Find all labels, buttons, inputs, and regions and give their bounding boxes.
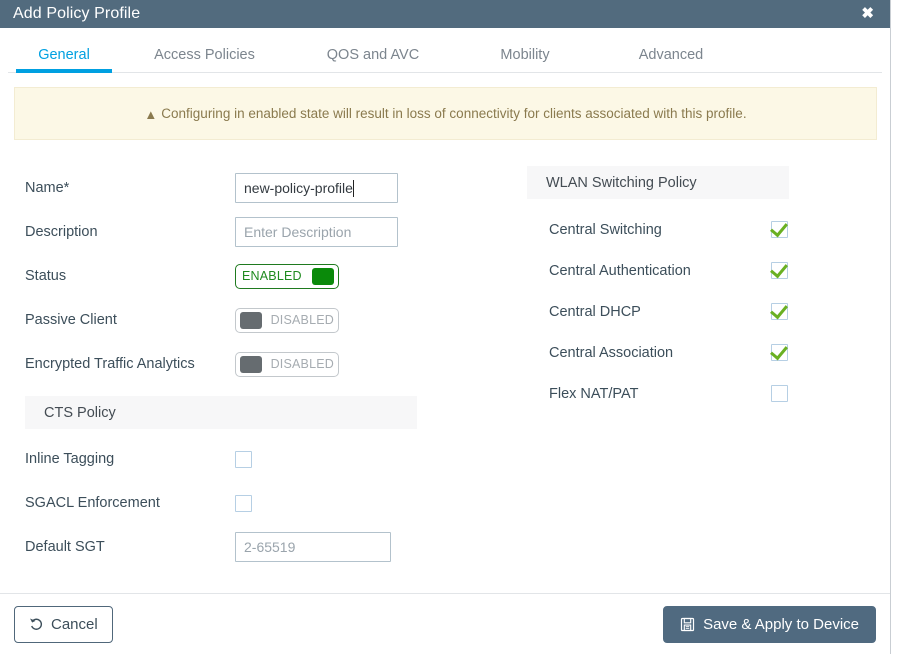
field-row-flex-nat-pat: Flex NAT/PAT bbox=[527, 373, 880, 414]
name-input[interactable]: new-policy-profile bbox=[235, 173, 398, 203]
description-label: Description bbox=[25, 224, 98, 240]
tab-mobility[interactable]: Mobility bbox=[449, 47, 601, 72]
central-dhcp-checkbox[interactable] bbox=[771, 303, 788, 320]
central-dhcp-label: Central DHCP bbox=[549, 303, 641, 320]
passive-client-toggle-label: DISABLED bbox=[270, 313, 334, 327]
central-switching-checkbox[interactable] bbox=[771, 221, 788, 238]
tab-advanced[interactable]: Advanced bbox=[601, 47, 741, 72]
field-row-encrypted-traffic-analytics: Encrypted Traffic Analytics DISABLED bbox=[25, 342, 460, 386]
field-row-central-dhcp: Central DHCP bbox=[527, 291, 880, 332]
warning-triangle-icon: ▲ bbox=[144, 106, 158, 122]
flex-nat-pat-label: Flex NAT/PAT bbox=[549, 385, 639, 402]
save-and-apply-button[interactable]: Save & Apply to Device bbox=[663, 605, 876, 643]
passive-client-toggle-knob bbox=[240, 311, 262, 329]
default-sgt-label: Default SGT bbox=[25, 539, 105, 555]
encrypted-traffic-analytics-toggle[interactable]: DISABLED bbox=[235, 351, 339, 377]
tab-access-policies[interactable]: Access Policies bbox=[112, 47, 297, 72]
inline-tagging-label: Inline Tagging bbox=[25, 451, 115, 467]
dialog-titlebar: Add Policy Profile ✖ bbox=[0, 0, 890, 28]
field-row-name: Name* new-policy-profile bbox=[25, 166, 460, 210]
cancel-button[interactable]: Cancel bbox=[14, 605, 113, 643]
field-row-passive-client: Passive Client DISABLED bbox=[25, 298, 460, 342]
default-sgt-input[interactable] bbox=[235, 532, 391, 562]
central-association-checkbox[interactable] bbox=[771, 344, 788, 361]
wlan-switching-policy-section-header: WLAN Switching Policy bbox=[527, 166, 789, 199]
encrypted-traffic-analytics-toggle-label: DISABLED bbox=[270, 357, 334, 371]
name-label: Name* bbox=[25, 180, 70, 196]
status-toggle[interactable]: ENABLED bbox=[235, 263, 339, 289]
encrypted-traffic-analytics-toggle-knob bbox=[240, 355, 262, 373]
field-row-sgacl-enforcement: SGACL Enforcement bbox=[25, 481, 460, 525]
description-input[interactable] bbox=[235, 217, 398, 247]
cts-policy-section-header: CTS Policy bbox=[25, 396, 417, 429]
central-authentication-checkbox[interactable] bbox=[771, 262, 788, 279]
left-column: Name* new-policy-profile Description Sta… bbox=[0, 166, 460, 593]
passive-client-toggle[interactable]: DISABLED bbox=[235, 307, 339, 333]
tab-general[interactable]: General bbox=[16, 47, 112, 73]
warning-banner-wrapper: ▲ Configuring in enabled state will resul… bbox=[0, 73, 890, 140]
dialog-body: Name* new-policy-profile Description Sta… bbox=[0, 140, 890, 593]
central-switching-label: Central Switching bbox=[549, 221, 662, 238]
warning-banner-text: Configuring in enabled state will result… bbox=[161, 105, 747, 121]
status-toggle-label: ENABLED bbox=[242, 269, 302, 283]
field-row-default-sgt: Default SGT bbox=[25, 525, 460, 569]
status-label: Status bbox=[25, 268, 67, 284]
save-disk-icon bbox=[680, 617, 695, 631]
encrypted-traffic-analytics-label: Encrypted Traffic Analytics bbox=[25, 356, 195, 372]
warning-banner-text-row: ▲ Configuring in enabled state will resul… bbox=[144, 106, 746, 122]
undo-arrow-icon bbox=[30, 618, 43, 630]
field-row-central-authentication: Central Authentication bbox=[527, 250, 880, 291]
dialog-title: Add Policy Profile bbox=[13, 5, 141, 22]
cancel-button-label: Cancel bbox=[51, 615, 98, 633]
central-association-label: Central Association bbox=[549, 344, 674, 361]
dialog-footer: Cancel Save & Apply to Device bbox=[0, 593, 890, 654]
status-toggle-knob bbox=[312, 267, 334, 285]
field-row-description: Description bbox=[25, 210, 460, 254]
field-row-inline-tagging: Inline Tagging bbox=[25, 437, 460, 481]
field-row-central-association: Central Association bbox=[527, 332, 880, 373]
save-and-apply-button-label: Save & Apply to Device bbox=[703, 615, 859, 633]
tab-qos-and-avc[interactable]: QOS and AVC bbox=[297, 47, 449, 72]
add-policy-profile-dialog: Add Policy Profile ✖ General Access Poli… bbox=[0, 0, 891, 654]
passive-client-label: Passive Client bbox=[25, 312, 117, 328]
sgacl-enforcement-label: SGACL Enforcement bbox=[25, 495, 160, 511]
field-row-status: Status ENABLED bbox=[25, 254, 460, 298]
text-caret bbox=[352, 179, 354, 197]
warning-banner: ▲ Configuring in enabled state will resul… bbox=[14, 87, 877, 140]
central-authentication-label: Central Authentication bbox=[549, 262, 691, 279]
right-column: WLAN Switching Policy Central Switching … bbox=[460, 166, 880, 593]
close-icon[interactable]: ✖ bbox=[859, 4, 876, 25]
field-row-central-switching: Central Switching bbox=[527, 209, 880, 250]
tab-bar: General Access Policies QOS and AVC Mobi… bbox=[8, 28, 882, 73]
sgacl-enforcement-checkbox[interactable] bbox=[235, 494, 252, 512]
inline-tagging-checkbox[interactable] bbox=[235, 450, 252, 468]
name-input-value: new-policy-profile bbox=[244, 180, 353, 196]
flex-nat-pat-checkbox[interactable] bbox=[771, 385, 788, 402]
